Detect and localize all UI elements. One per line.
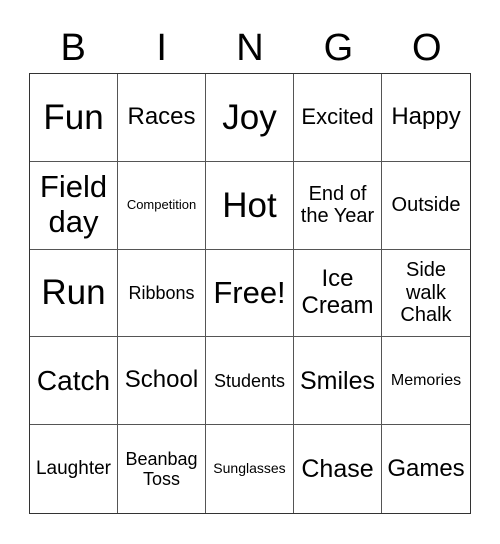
bingo-cell[interactable]: School (118, 337, 206, 426)
bingo-cell[interactable]: Joy (206, 74, 294, 162)
bingo-cell[interactable]: Ice Cream (294, 249, 382, 338)
bingo-cell[interactable]: Students (206, 337, 294, 426)
bingo-cell[interactable]: Ribbons (118, 249, 206, 338)
bingo-cell[interactable]: Smiles (294, 337, 382, 426)
header-letter-i: I (156, 27, 167, 69)
bingo-cell[interactable]: Field day (30, 161, 118, 250)
bingo-cell[interactable]: Happy (382, 74, 470, 162)
bingo-cell[interactable]: Fun (30, 74, 118, 162)
bingo-cell[interactable]: Side walk Chalk (382, 250, 470, 338)
bingo-grid: Fun Races Joy Excited Happy Field day Co… (29, 73, 471, 514)
bingo-cell[interactable]: Free! (206, 249, 294, 338)
bingo-header: B I N G O (29, 22, 471, 74)
bingo-cell[interactable]: Hot (206, 161, 294, 250)
bingo-cell[interactable]: Chase (294, 425, 382, 513)
bingo-cell[interactable]: Memories (382, 337, 470, 426)
bingo-cell[interactable]: Beanbag Toss (118, 425, 206, 513)
bingo-cell[interactable]: Sunglasses (206, 425, 294, 513)
bingo-cell[interactable]: Excited (294, 74, 382, 162)
header-letter-b: B (60, 27, 86, 69)
header-letter-g: G (323, 27, 354, 69)
bingo-cell[interactable]: Games (382, 425, 470, 513)
bingo-cell[interactable]: Laughter (30, 425, 118, 513)
bingo-cell[interactable]: End of the Year (294, 161, 382, 250)
bingo-cell[interactable]: Outside (382, 162, 470, 250)
header-letter-n: N (236, 27, 264, 69)
bingo-cell[interactable]: Run (30, 249, 118, 338)
bingo-cell[interactable]: Catch (30, 337, 118, 426)
bingo-cell[interactable]: Races (118, 74, 206, 162)
header-letter-o: O (412, 27, 442, 69)
bingo-cell[interactable]: Competition (118, 161, 206, 250)
